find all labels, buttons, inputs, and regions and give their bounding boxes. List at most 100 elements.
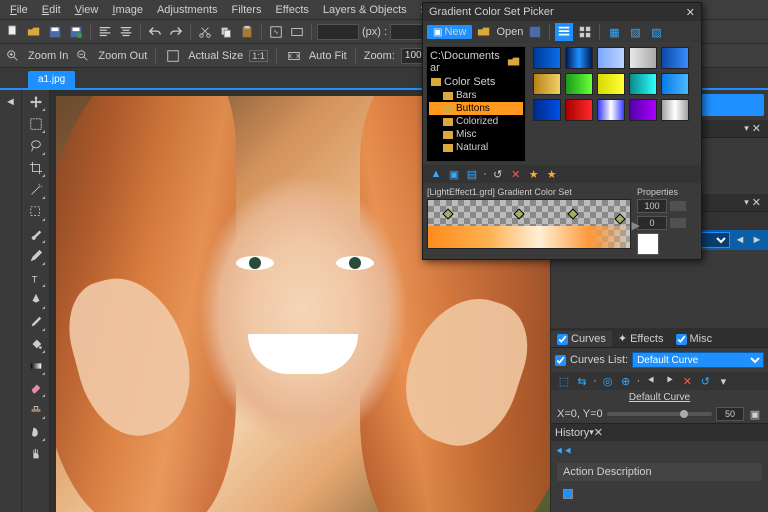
fill-tool-icon[interactable] [28, 336, 44, 352]
menu-image[interactable]: Image [106, 2, 149, 18]
tree-item[interactable]: Misc [429, 128, 523, 141]
zoom-in-icon[interactable] [4, 47, 22, 65]
copy-icon[interactable] [217, 23, 235, 41]
grad-remove-icon[interactable]: ▤ [465, 167, 479, 181]
arrow-up-icon[interactable]: ▲ [429, 167, 443, 181]
tree-root[interactable]: Color Sets [429, 75, 523, 89]
menu-adjustments[interactable]: Adjustments [151, 2, 224, 18]
paste-icon[interactable] [238, 23, 256, 41]
gradient-swatch[interactable] [661, 47, 689, 69]
zoom-out-icon[interactable] [74, 47, 92, 65]
menu-effects[interactable]: Effects [269, 2, 314, 18]
grad-add-icon[interactable]: ▣ [447, 167, 461, 181]
selection-tool-icon[interactable] [28, 116, 44, 132]
curve-menu-icon[interactable]: ▾ [716, 374, 730, 388]
tab-effects[interactable]: ✦Effects [612, 330, 670, 347]
menu-layers[interactable]: Layers & Objects [317, 2, 413, 18]
tree-item[interactable]: Natural [429, 141, 523, 154]
menu-edit[interactable]: Edit [36, 2, 67, 18]
curve-next-icon[interactable]: ⯈ [662, 374, 676, 388]
lasso-tool-icon[interactable] [28, 138, 44, 154]
menu-filters[interactable]: Filters [226, 2, 268, 18]
document-tab[interactable]: a1.jpg [28, 71, 75, 88]
gradient-swatch[interactable] [629, 73, 657, 95]
eraser-tool-icon[interactable] [28, 380, 44, 396]
tab-misc[interactable]: Misc [670, 331, 719, 347]
marquee-tool-icon[interactable] [28, 204, 44, 220]
crop-tool-icon[interactable] [28, 160, 44, 176]
curve-cancel-icon[interactable]: ✕ [680, 374, 694, 388]
actual-size-icon[interactable] [164, 47, 182, 65]
wand-tool-icon[interactable] [28, 182, 44, 198]
import-icon[interactable]: ▨ [647, 23, 665, 41]
undo-icon[interactable] [146, 23, 164, 41]
gradient-swatch[interactable] [533, 73, 561, 95]
grad-cancel-icon[interactable]: ✕ [509, 167, 523, 181]
pen-tool-icon[interactable] [28, 292, 44, 308]
add-icon[interactable]: ▦ [605, 23, 623, 41]
curve-slider[interactable] [607, 412, 712, 416]
gradient-swatch[interactable] [565, 73, 593, 95]
text-tool-icon[interactable]: T [28, 270, 44, 286]
gradient-editor[interactable]: ▶ [427, 199, 631, 249]
panel-close-icon[interactable]: ✕ [594, 426, 603, 439]
pencil-tool-icon[interactable] [28, 248, 44, 264]
save-icon[interactable] [46, 23, 64, 41]
gradient-stop[interactable] [614, 214, 625, 225]
tray-handle-icon[interactable]: ◄ [3, 94, 19, 110]
curve-reset-icon[interactable]: ↺ [698, 374, 712, 388]
gradient-stop[interactable] [443, 209, 454, 220]
gradient-swatch[interactable] [629, 47, 657, 69]
view-list-icon[interactable] [555, 23, 573, 41]
brush-tool-icon[interactable] [28, 226, 44, 242]
panel-close-icon[interactable]: ✕ [749, 122, 764, 135]
dialog-titlebar[interactable]: Gradient Color Set Picker ✕ [423, 3, 701, 21]
resize-icon[interactable] [267, 23, 285, 41]
redo-icon[interactable] [167, 23, 185, 41]
zoom-in-label[interactable]: Zoom In [28, 50, 68, 62]
tab-curves-check[interactable] [557, 334, 568, 345]
gradient-swatch[interactable] [565, 47, 593, 69]
smudge-tool-icon[interactable] [28, 424, 44, 440]
arrow-right-icon[interactable]: ▶ [632, 219, 640, 232]
save-as-icon[interactable] [67, 23, 85, 41]
grad-star-icon[interactable]: ★ [527, 167, 541, 181]
move-tool-icon[interactable] [28, 94, 44, 110]
gradient-swatch[interactable] [533, 99, 561, 121]
curve-channel-icon[interactable]: ⬚ [557, 374, 571, 388]
gradient-stop[interactable] [513, 209, 524, 220]
history-row[interactable] [557, 485, 762, 503]
open-gradient-icon[interactable] [475, 23, 493, 41]
curve-expand-icon[interactable]: ▣ [748, 407, 762, 421]
gradient-swatch[interactable] [597, 73, 625, 95]
curve-slider-value[interactable] [716, 407, 744, 421]
grad-reset-icon[interactable]: ↺ [491, 167, 505, 181]
curve-add-icon[interactable]: ⊕ [619, 374, 633, 388]
open-gradient-label[interactable]: Open [496, 26, 523, 38]
cut-icon[interactable] [196, 23, 214, 41]
tab-curves[interactable]: Curves [551, 331, 612, 347]
color-well[interactable] [637, 233, 659, 255]
actual-ratio-label[interactable]: 1:1 [249, 50, 268, 62]
curves-list-select[interactable]: Default Curve [632, 352, 764, 368]
tree-item[interactable]: Colorized [429, 115, 523, 128]
save-gradient-icon[interactable] [526, 23, 544, 41]
gradient-swatch[interactable] [533, 47, 561, 69]
auto-fit-label[interactable]: Auto Fit [309, 50, 347, 62]
align-center-icon[interactable] [117, 23, 135, 41]
blend-next-icon[interactable]: ► [750, 233, 764, 247]
menu-view[interactable]: View [69, 2, 105, 18]
open-file-icon[interactable] [25, 23, 43, 41]
tab-misc-check[interactable] [676, 334, 687, 345]
gradient-swatch[interactable] [597, 47, 625, 69]
dialog-close-icon[interactable]: ✕ [686, 6, 695, 19]
tree-item[interactable]: Buttons [429, 102, 523, 115]
menu-file[interactable]: File [4, 2, 34, 18]
browse-icon[interactable] [506, 53, 522, 71]
fit-icon[interactable] [288, 23, 306, 41]
tree-item[interactable]: Bars [429, 89, 523, 102]
curve-prev-icon[interactable]: ⯇ [644, 374, 658, 388]
prop-value-2[interactable] [637, 216, 667, 230]
clone-tool-icon[interactable] [28, 402, 44, 418]
gradient-swatch[interactable] [565, 99, 593, 121]
